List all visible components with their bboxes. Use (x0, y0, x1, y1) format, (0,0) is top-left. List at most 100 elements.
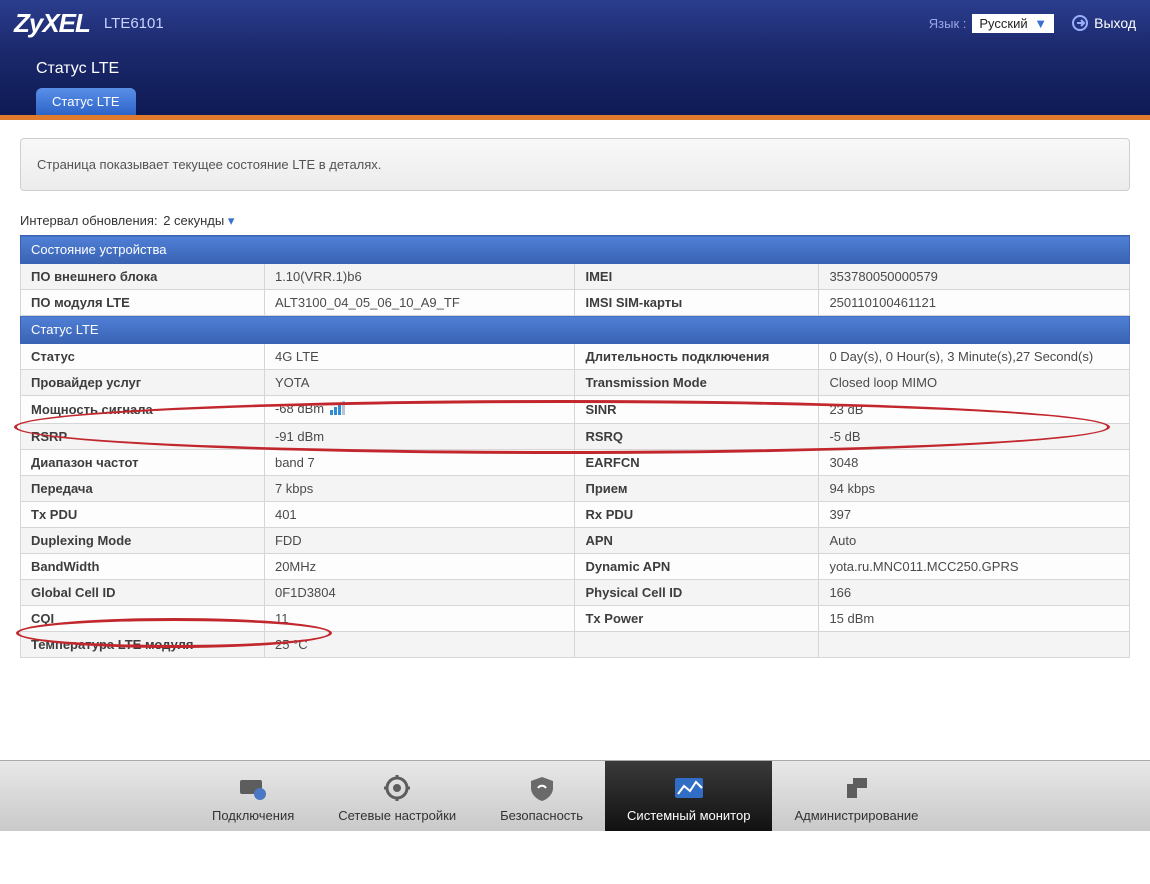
table-row: ПО модуля LTEALT3100_04_05_06_10_A9_TFIM… (21, 290, 1130, 316)
row-label: BandWidth (21, 554, 265, 580)
row-label: Температура LTE модуля (21, 632, 265, 658)
row-label: Physical Cell ID (575, 580, 819, 606)
table-row: Провайдер услугYOTATransmission ModeClos… (21, 370, 1130, 396)
chevron-down-icon: ▼ (1034, 16, 1047, 31)
row-value: 0F1D3804 (264, 580, 575, 606)
page-title: Статус LTE (36, 60, 1130, 78)
table-row: Global Cell ID0F1D3804Physical Cell ID16… (21, 580, 1130, 606)
row-value: -68 dBm (264, 396, 575, 424)
row-value: -5 dB (819, 424, 1130, 450)
page-subheader: Статус LTE Статус LTE (0, 46, 1150, 115)
table-row: Температура LTE модуля25 °C (21, 632, 1130, 658)
row-label: Rx PDU (575, 502, 819, 528)
row-label: RSRQ (575, 424, 819, 450)
page-content: Страница показывает текущее состояние LT… (0, 120, 1150, 760)
row-value: -91 dBm (264, 424, 575, 450)
logout-icon[interactable] (1072, 15, 1088, 31)
device-model: LTE6101 (104, 15, 164, 32)
row-label: Длительность подключения (575, 344, 819, 370)
row-label: Передача (21, 476, 265, 502)
table-row: ПО внешнего блока1.10(VRR.1)b6IMEI353780… (21, 264, 1130, 290)
nav-label: Администрирование (794, 808, 918, 823)
row-label: Transmission Mode (575, 370, 819, 396)
row-value: 15 dBm (819, 606, 1130, 632)
table-row: CQI11Tx Power15 dBm (21, 606, 1130, 632)
row-value: 1.10(VRR.1)b6 (264, 264, 575, 290)
row-label: Статус (21, 344, 265, 370)
brand-logo: ZyXEL (14, 8, 90, 39)
row-value: 397 (819, 502, 1130, 528)
row-value: 353780050000579 (819, 264, 1130, 290)
row-value: 0 Day(s), 0 Hour(s), 3 Minute(s),27 Seco… (819, 344, 1130, 370)
nav-label: Подключения (212, 808, 294, 823)
nav-icon (212, 771, 294, 805)
language-select[interactable]: Русский ▼ (972, 14, 1054, 33)
row-label: IMEI (575, 264, 819, 290)
table-row: Duplexing ModeFDDAPNAuto (21, 528, 1130, 554)
nav-spacer (0, 761, 190, 831)
nav-label: Системный монитор (627, 808, 750, 823)
refresh-value: 2 секунды (163, 213, 224, 228)
row-value: 4G LTE (264, 344, 575, 370)
table-row: BandWidth20MHzDynamic APNyota.ru.MNC011.… (21, 554, 1130, 580)
tab-lte-status[interactable]: Статус LTE (36, 88, 136, 115)
table-section-header: Статус LTE (21, 316, 1130, 344)
bottom-nav: Подключения Сетевые настройки Безопасность… (0, 760, 1150, 831)
info-banner: Страница показывает текущее состояние LT… (20, 138, 1130, 191)
row-label: Tx Power (575, 606, 819, 632)
row-value: 166 (819, 580, 1130, 606)
row-label: EARFCN (575, 450, 819, 476)
nav-label: Безопасность (500, 808, 583, 823)
row-value: 25 °C (264, 632, 575, 658)
row-value: band 7 (264, 450, 575, 476)
row-value: 20MHz (264, 554, 575, 580)
signal-strength-icon (330, 401, 346, 418)
nav-item-4[interactable]: Администрирование (772, 761, 940, 831)
nav-item-0[interactable]: Подключения (190, 761, 316, 831)
nav-label: Сетевые настройки (338, 808, 456, 823)
nav-item-2[interactable]: Безопасность (478, 761, 605, 831)
row-label: Мощность сигнала (21, 396, 265, 424)
table-row: Tx PDU401Rx PDU397 (21, 502, 1130, 528)
nav-icon (794, 771, 918, 805)
app-header: ZyXEL LTE6101 Язык : Русский ▼ Выход (0, 0, 1150, 46)
nav-icon (627, 771, 750, 805)
chevron-down-icon: ▾ (228, 213, 235, 228)
row-label: SINR (575, 396, 819, 424)
row-label: Диапазон частот (21, 450, 265, 476)
row-label: ПО внешнего блока (21, 264, 265, 290)
row-value: Auto (819, 528, 1130, 554)
row-label: ПО модуля LTE (21, 290, 265, 316)
row-label: CQI (21, 606, 265, 632)
row-label: IMSI SIM-карты (575, 290, 819, 316)
row-value: Closed loop MIMO (819, 370, 1130, 396)
row-value: 7 kbps (264, 476, 575, 502)
refresh-label: Интервал обновления: (20, 213, 158, 228)
row-label: Duplexing Mode (21, 528, 265, 554)
row-value: 250110100461121 (819, 290, 1130, 316)
row-label: APN (575, 528, 819, 554)
row-label: Провайдер услуг (21, 370, 265, 396)
row-value: YOTA (264, 370, 575, 396)
logout-link[interactable]: Выход (1094, 15, 1136, 31)
row-label: Прием (575, 476, 819, 502)
status-table: Состояние устройстваПО внешнего блока1.1… (20, 235, 1130, 658)
row-value: 3048 (819, 450, 1130, 476)
table-row: Статус4G LTEДлительность подключения0 Da… (21, 344, 1130, 370)
row-label: Global Cell ID (21, 580, 265, 606)
table-section-header: Состояние устройства (21, 236, 1130, 264)
row-label: Tx PDU (21, 502, 265, 528)
table-row: Диапазон частотband 7EARFCN3048 (21, 450, 1130, 476)
nav-icon (500, 771, 583, 805)
row-value: 11 (264, 606, 575, 632)
refresh-select[interactable]: 2 секунды ▾ (161, 213, 236, 229)
row-value (819, 632, 1130, 658)
row-value: 23 dB (819, 396, 1130, 424)
nav-item-1[interactable]: Сетевые настройки (316, 761, 478, 831)
row-value: ALT3100_04_05_06_10_A9_TF (264, 290, 575, 316)
row-label: Dynamic APN (575, 554, 819, 580)
row-value: FDD (264, 528, 575, 554)
row-value: 94 kbps (819, 476, 1130, 502)
nav-item-3[interactable]: Системный монитор (605, 761, 772, 831)
language-label: Язык : (929, 16, 967, 31)
